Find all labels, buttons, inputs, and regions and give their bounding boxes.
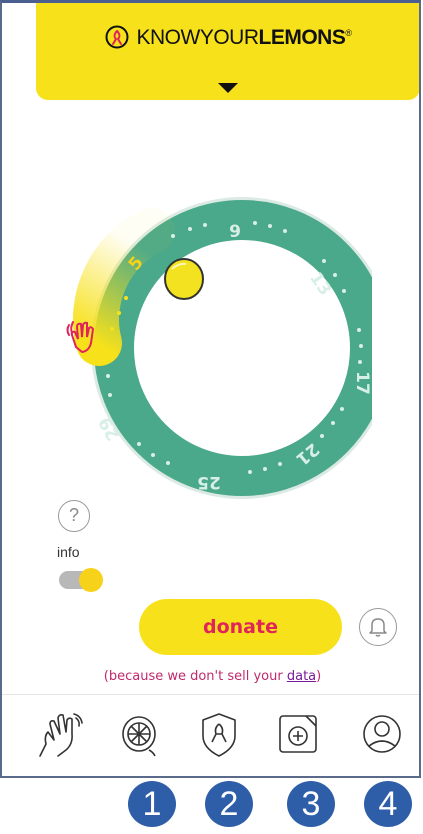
privacy-note-suffix: ) <box>316 669 322 684</box>
badge-3: 3 <box>287 781 335 827</box>
cycle-ring[interactable]: 5 9 13 17 21 25 29 <box>42 193 372 503</box>
info-toggle[interactable] <box>59 568 103 592</box>
nav-item-shield[interactable] <box>195 710 243 760</box>
day-label-25: 25 <box>197 472 221 492</box>
lemon-marker-icon[interactable] <box>164 258 204 300</box>
app-header: KNOWYOURLEMONS® <box>36 3 419 100</box>
privacy-note: (because we don't sell your data) <box>2 669 419 684</box>
ring-track <box>94 200 372 496</box>
bell-icon <box>369 618 387 637</box>
help-button[interactable]: ? <box>58 500 90 532</box>
lemon-ribbon-logo-icon <box>105 25 129 55</box>
badge-1: 1 <box>128 781 176 827</box>
privacy-note-prefix: (because we don't sell your <box>103 669 287 684</box>
hand-icon <box>39 713 83 757</box>
info-label: info <box>57 544 80 560</box>
badge-2: 2 <box>205 781 253 827</box>
nav-item-add[interactable] <box>274 710 322 760</box>
day-label-9: 9 <box>229 222 241 242</box>
data-link[interactable]: data <box>287 669 316 684</box>
toggle-knob <box>79 568 103 592</box>
brand-registered-mark: ® <box>345 28 352 38</box>
nav-item-profile[interactable] <box>358 710 406 760</box>
day-label-17: 17 <box>352 371 372 395</box>
brand-logo: KNOWYOURLEMONS® <box>36 25 419 55</box>
badge-4: 4 <box>364 781 412 827</box>
notifications-button[interactable] <box>359 608 397 646</box>
ribbon-shield-icon <box>202 713 236 757</box>
lemon-icon <box>122 716 156 757</box>
app-frame: KNOWYOURLEMONS® 5 9 13 17 21 25 29 ? inf… <box>0 0 421 778</box>
donate-button[interactable]: donate <box>139 599 342 655</box>
brand-text-light: KNOWYOUR <box>136 26 260 49</box>
chevron-down-icon[interactable] <box>218 83 238 93</box>
profile-icon <box>363 715 401 753</box>
nav-item-lemon[interactable] <box>115 710 163 760</box>
brand-text-bold: LEMONS <box>258 26 346 49</box>
nav-divider <box>2 694 419 695</box>
nav-item-hand[interactable] <box>36 710 84 760</box>
add-photo-icon <box>279 715 317 753</box>
